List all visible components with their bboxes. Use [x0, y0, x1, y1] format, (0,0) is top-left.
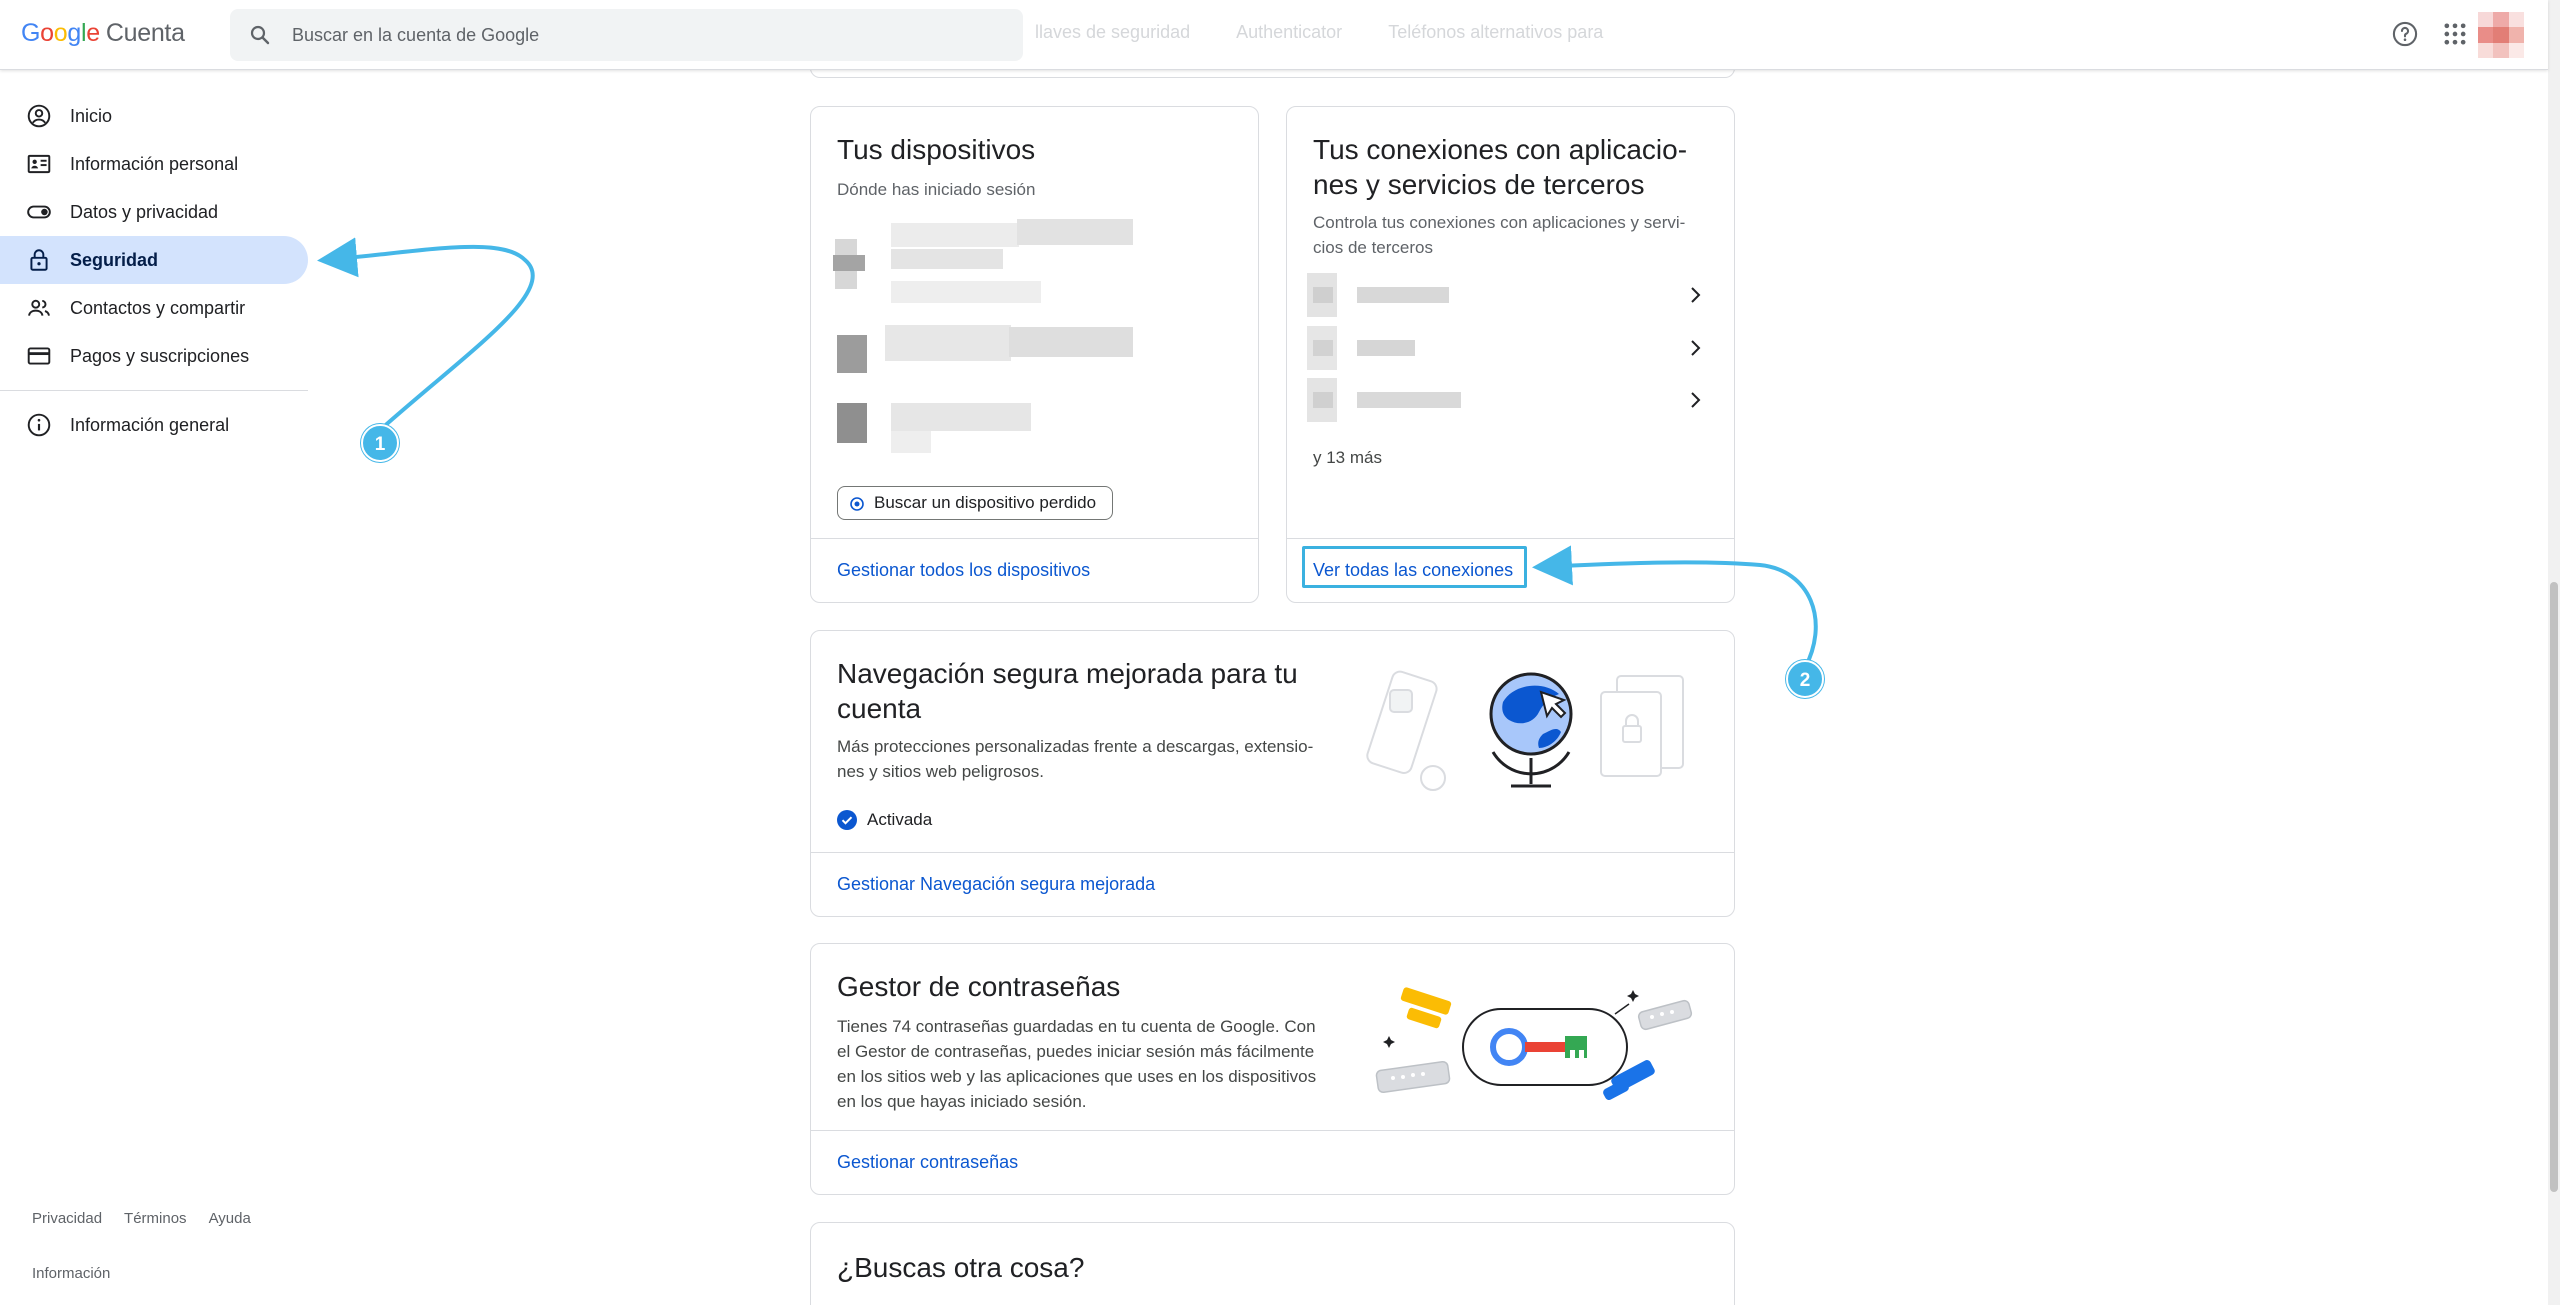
sidebar-item-label: Inicio: [70, 105, 113, 126]
device-name-redacted: [891, 431, 931, 453]
device-name-redacted: [891, 281, 1041, 303]
app-name-redacted: [1357, 392, 1461, 408]
search-bar[interactable]: [230, 9, 1023, 61]
enhanced-safe-browsing-card: Navegación segura mejorada para tu cuent…: [810, 630, 1735, 917]
sidebar-item-label: Información personal: [70, 153, 239, 174]
other-options-card: ¿Buscas otra cosa?: [810, 1222, 1735, 1305]
devices-title: Tus dispositivos: [837, 134, 1036, 165]
scrollbar-thumb[interactable]: [2550, 582, 2558, 1192]
terms-link[interactable]: Términos: [124, 1210, 187, 1227]
chevron-right-icon: [1691, 287, 1701, 303]
privacy-link[interactable]: Privacidad: [32, 1210, 102, 1227]
connection-row[interactable]: [1307, 378, 1727, 422]
toggle-icon: [27, 205, 51, 219]
device-icon-redacted: [837, 403, 867, 443]
app-icon-redacted: [1313, 287, 1333, 303]
password-manager-illustration: [1375, 987, 1693, 1100]
safe-browsing-status: Activada: [837, 810, 932, 830]
device-name-redacted: [885, 325, 1011, 361]
app-icon-redacted: [1313, 340, 1333, 356]
app-name-redacted: [1357, 287, 1449, 303]
sidebar-item-contactos[interactable]: Contactos y compartir: [0, 284, 308, 332]
sidebar-item-label: Pagos y suscripciones: [70, 345, 250, 366]
device-name-redacted: [1009, 327, 1133, 357]
annotation-badge-1: 1: [361, 424, 399, 462]
manage-safe-browsing-link[interactable]: Gestionar Navegación segura mejorada: [837, 874, 1155, 895]
devices-subtitle: Dónde has iniciado sesión: [837, 180, 1036, 199]
safe-browsing-title: Navegación segura mejorada para tu cuent…: [837, 658, 1298, 724]
password-manager-title: Gestor de contraseñas: [837, 971, 1121, 1002]
info-icon: [27, 413, 51, 437]
account-avatar[interactable]: [2478, 12, 2524, 58]
connections-subtitle: Controla tus conexiones con aplicaciones…: [1313, 213, 1686, 257]
highlight-view-all-connections: [1302, 546, 1527, 588]
app-icon-redacted: [1313, 392, 1333, 408]
info-link[interactable]: Información: [32, 1265, 110, 1282]
app-name-redacted: [1357, 340, 1415, 356]
locate-icon: [850, 497, 864, 511]
devices-footer: Gestionar todos los dispositivos: [811, 538, 1258, 602]
sidebar-item-label: Seguridad: [70, 249, 159, 270]
footer-links: Privacidad Términos Ayuda: [32, 1210, 273, 1227]
other-options-title: ¿Buscas otra cosa?: [837, 1252, 1085, 1283]
apps-grid-icon[interactable]: [2441, 20, 2469, 48]
sidebar-item-datos-privacidad[interactable]: Datos y privacidad: [0, 188, 308, 236]
device-name-redacted: [891, 249, 1003, 269]
chevron-right-icon: [1691, 392, 1701, 408]
search-icon: [250, 25, 270, 45]
sidebar-item-pagos[interactable]: Pagos y suscripciones: [0, 332, 308, 380]
device-name-redacted: [891, 403, 1031, 431]
faded-shortcuts: llaves de seguridad Authenticator Teléfono…: [1035, 22, 1604, 42]
chevron-right-icon: [1691, 340, 1701, 356]
credit-card-icon: [27, 347, 51, 365]
sidebar-item-seguridad[interactable]: Seguridad: [0, 236, 308, 284]
device-name-redacted: [1017, 219, 1133, 245]
check-circle-icon: [837, 810, 857, 830]
more-connections-count: y 13 más: [1313, 448, 1382, 467]
manage-devices-link[interactable]: Gestionar todos los dispositivos: [837, 560, 1090, 581]
people-icon: [28, 299, 50, 316]
sidebar-item-informacion-personal[interactable]: Información personal: [0, 140, 308, 188]
search-input[interactable]: [292, 9, 992, 61]
devices-card: Tus dispositivos Dónde has iniciado sesi…: [810, 106, 1259, 603]
device-icon-redacted: [837, 335, 867, 373]
home-icon: [27, 104, 51, 128]
find-device-button[interactable]: Buscar un dispositivo perdido: [837, 486, 1114, 520]
sidebar-item-label: Datos y privacidad: [70, 201, 219, 222]
sidebar-divider: [0, 390, 308, 391]
google-account-logo[interactable]: Google Cuenta: [21, 19, 185, 48]
manage-passwords-link[interactable]: Gestionar contraseñas: [837, 1152, 1018, 1173]
id-card-icon: [27, 154, 51, 174]
sidebar-nav: Inicio Información personal Datos y priv…: [0, 92, 310, 449]
sidebar-item-informacion-general[interactable]: Información general: [0, 401, 308, 449]
top-app-bar: GoogleCuenta llaves de seguridadAuthenti…: [0, 0, 2548, 70]
device-name-redacted: [891, 223, 1019, 247]
sidebar-item-label: Contactos y compartir: [70, 297, 246, 318]
password-manager-card: Gestor de contraseñas Tienes 74 contrase…: [810, 943, 1735, 1195]
connection-row[interactable]: [1307, 273, 1727, 317]
password-manager-footer: Gestionar contraseñas: [811, 1130, 1734, 1194]
sidebar-item-label: Información general: [70, 414, 230, 435]
help-link[interactable]: Ayuda: [209, 1210, 251, 1227]
safe-browsing-description: Más protecciones personalizadas frente a…: [837, 737, 1314, 781]
connections-title: Tus conexiones con aplicacio- nes y serv…: [1313, 134, 1688, 200]
password-manager-description: Tienes 74 contraseñas guardadas en tu cu…: [837, 1017, 1317, 1111]
third-party-connections-card: Tus conexiones con aplicacio- nes y serv…: [1286, 106, 1735, 603]
device-icon-redacted: [833, 255, 865, 271]
help-icon[interactable]: [2391, 20, 2419, 48]
annotation-badge-2: 2: [1786, 660, 1824, 698]
sidebar-item-inicio[interactable]: Inicio: [0, 92, 308, 140]
lock-icon: [30, 249, 48, 271]
connection-row[interactable]: [1307, 326, 1727, 370]
safe-browsing-illustration: [1366, 670, 1684, 791]
safe-browsing-footer: Gestionar Navegación segura mejorada: [811, 852, 1734, 916]
